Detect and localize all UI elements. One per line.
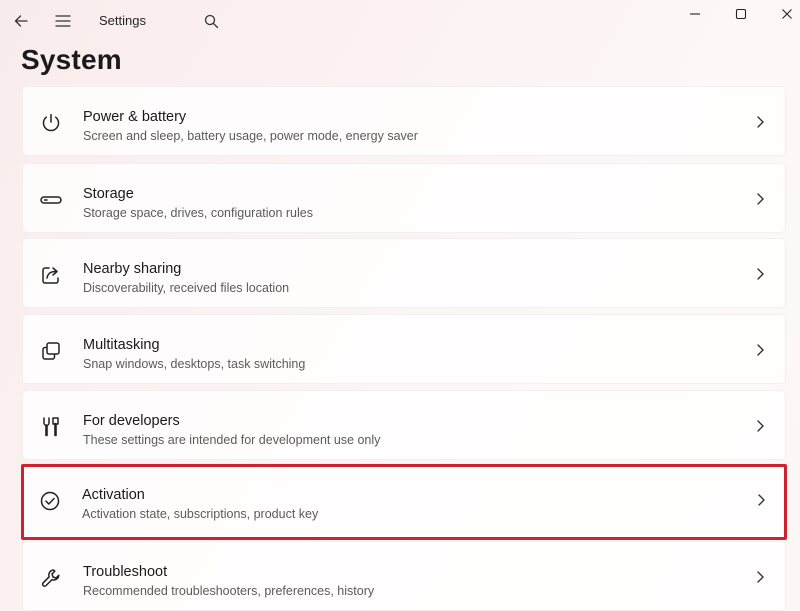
chevron-right-icon bbox=[753, 343, 767, 357]
share-icon bbox=[39, 263, 63, 287]
back-button[interactable] bbox=[6, 6, 36, 36]
settings-item-storage[interactable]: Storage Storage space, drives, configura… bbox=[22, 163, 786, 233]
storage-drive-icon bbox=[39, 188, 63, 212]
settings-item-title: Activation bbox=[82, 487, 145, 503]
title-bar: Settings bbox=[0, 0, 800, 44]
chevron-right-icon bbox=[754, 493, 768, 507]
settings-item-title: Storage bbox=[83, 186, 134, 202]
chevron-right-icon bbox=[753, 267, 767, 281]
settings-item-title: Troubleshoot bbox=[83, 564, 168, 580]
settings-item-title: Multitasking bbox=[83, 337, 160, 353]
settings-item-power-battery[interactable]: Power & battery Screen and sleep, batter… bbox=[22, 86, 786, 156]
settings-item-activation[interactable]: Activation Activation state, subscriptio… bbox=[21, 464, 787, 540]
navigation-menu-button[interactable] bbox=[48, 6, 78, 36]
chevron-right-icon bbox=[753, 192, 767, 206]
app-title: Settings bbox=[99, 13, 146, 28]
arrow-left-icon bbox=[14, 15, 28, 27]
search-button[interactable] bbox=[196, 6, 226, 36]
minimize-icon bbox=[690, 13, 700, 15]
maximize-button[interactable] bbox=[718, 0, 764, 28]
chevron-right-icon bbox=[753, 570, 767, 584]
maximize-icon bbox=[735, 8, 747, 20]
settings-item-subtitle: Discoverability, received files location bbox=[83, 281, 290, 295]
settings-item-subtitle: Screen and sleep, battery usage, power m… bbox=[83, 129, 418, 143]
search-icon bbox=[204, 14, 218, 28]
power-icon bbox=[39, 111, 63, 135]
hamburger-menu-icon bbox=[55, 15, 71, 27]
close-icon bbox=[782, 9, 792, 19]
settings-item-multitasking[interactable]: Multitasking Snap windows, desktops, tas… bbox=[22, 314, 786, 384]
settings-item-subtitle: Activation state, subscriptions, product… bbox=[82, 507, 319, 521]
check-circle-icon bbox=[38, 489, 62, 513]
wrench-icon bbox=[39, 566, 63, 590]
settings-item-nearby-sharing[interactable]: Nearby sharing Discoverability, received… bbox=[22, 238, 786, 308]
chevron-right-icon bbox=[753, 115, 767, 129]
multitasking-windows-icon bbox=[39, 339, 63, 363]
settings-item-for-developers[interactable]: For developers These settings are intend… bbox=[22, 390, 786, 460]
settings-item-subtitle: Storage space, drives, configuration rul… bbox=[83, 206, 313, 220]
developer-tools-icon bbox=[39, 415, 63, 439]
close-button[interactable] bbox=[764, 0, 800, 28]
settings-item-subtitle: Recommended troubleshooters, preferences… bbox=[83, 584, 375, 598]
settings-item-troubleshoot[interactable]: Troubleshoot Recommended troubleshooters… bbox=[22, 541, 786, 611]
chevron-right-icon bbox=[753, 419, 767, 433]
minimize-button[interactable] bbox=[672, 0, 718, 28]
settings-item-subtitle: These settings are intended for developm… bbox=[83, 433, 381, 447]
page-title: System bbox=[21, 44, 122, 75]
settings-item-title: For developers bbox=[83, 413, 180, 429]
settings-item-title: Power & battery bbox=[83, 109, 187, 125]
settings-item-subtitle: Snap windows, desktops, task switching bbox=[83, 357, 306, 371]
settings-item-title: Nearby sharing bbox=[83, 261, 182, 277]
